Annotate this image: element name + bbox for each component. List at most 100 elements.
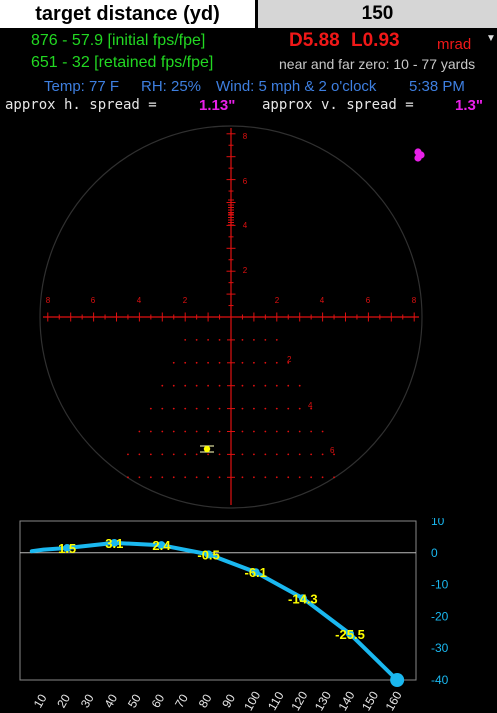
chart-x-tick-label: 140: [335, 689, 357, 713]
reticle-hold-dot: [287, 407, 290, 410]
reticle-tree-label-4: 4: [308, 401, 313, 410]
reticle-hold-dot: [241, 339, 244, 341]
chart-y-tick-label: -30: [431, 641, 449, 655]
target-distance-input[interactable]: 150: [258, 0, 497, 28]
trajectory-data-label: -14.3: [288, 591, 318, 606]
chart-x-tick-label: 160: [383, 689, 405, 713]
chart-x-tick-label: 50: [125, 691, 144, 710]
trajectory-data-label: -25.5: [335, 627, 365, 642]
reticle-hold-dot: [241, 430, 244, 433]
reticle-tree-label-2: 2: [287, 355, 292, 364]
dial-value: D5.88: [289, 30, 340, 51]
reticle-hold-dot: [207, 476, 210, 479]
reticle-hold-dot: [161, 407, 164, 410]
reticle-hold-dot: [138, 476, 141, 479]
reticle-hold-dot: [264, 361, 267, 364]
reticle-hold-dot: [207, 384, 210, 387]
reticle-label-right-2: 2: [275, 296, 280, 305]
trajectory-data-label: 3.1: [105, 536, 123, 551]
reticle-hold-dot: [298, 384, 301, 387]
reticle-hold-dot: [310, 430, 313, 433]
reticle-hold-dot: [207, 361, 210, 364]
reticle-hold-dot: [275, 407, 278, 410]
reticle-hold-dot: [184, 361, 187, 364]
reticle-hold-dot: [138, 430, 141, 433]
reticle-hold-dot: [172, 430, 175, 433]
trajectory-data-label: -0.5: [197, 547, 219, 562]
reticle-hold-dot: [287, 476, 290, 479]
reticle-hold-dot: [253, 361, 255, 364]
chart-y-tick-label: -20: [431, 609, 449, 623]
group-marker: [414, 148, 425, 162]
chart-x-tick-label: 100: [241, 689, 263, 713]
reticle-hold-dot: [218, 430, 221, 433]
reticle-hold-dot: [298, 453, 301, 456]
reticle-hold-dot: [241, 384, 244, 387]
reticle-hold-dot: [321, 430, 324, 433]
reticle-tree-label-6: 6: [330, 446, 335, 455]
chart-x-tick-label: 120: [288, 689, 310, 713]
chart-y-tick-label: -10: [431, 578, 449, 592]
trajectory-data-label: 1.5: [58, 541, 76, 556]
chart-y-tick-label: 0: [431, 546, 438, 560]
reticle-hold-dot: [275, 339, 278, 341]
unit-dropdown-icon[interactable]: ▼: [486, 33, 496, 44]
reticle-hold-dot: [264, 430, 267, 433]
reticle-hold-dot: [218, 407, 221, 410]
chart-x-tick-label: 30: [78, 691, 97, 710]
reticle-hold-dot: [310, 476, 313, 479]
reticle-hold-dot: [253, 407, 255, 410]
reticle-hold-dot: [172, 384, 175, 387]
chart-x-tick-label: 70: [172, 691, 191, 710]
reticle-hold-dot: [241, 453, 244, 456]
v-spread-label: approx v. spread =: [262, 97, 414, 113]
reticle-hold-dot: [195, 361, 198, 364]
reticle-hold-dot: [264, 407, 267, 410]
trajectory-data-label: 2.4: [152, 538, 171, 553]
reticle-hold-dot: [149, 430, 152, 433]
trajectory-chart: 100-10-20-30-40 10 20 30 40 50 60 70 80 90 100 110…: [19, 518, 449, 713]
reticle-hold-dot: [253, 476, 255, 479]
chart-y-tick-label: 10: [431, 518, 445, 528]
lead-value: L0.93: [351, 30, 400, 51]
chart-x-tick-label: 80: [196, 691, 215, 710]
reticle-hold-dot: [195, 407, 198, 410]
chart-y-tick-label: -40: [431, 673, 449, 687]
reticle-hold-dot: [127, 476, 129, 479]
reticle-hold-dot: [264, 339, 267, 341]
reticle-hold-dot: [161, 384, 164, 387]
reticle-hold-dot: [172, 453, 175, 456]
reticle-hold-dot: [184, 453, 187, 456]
chart-x-tick-label: 130: [312, 689, 334, 713]
scope-reticle: 8 6 4 2 2 4 6 8 8 6 4 2 2 4 6: [39, 125, 425, 509]
reticle-hold-dot: [195, 339, 198, 341]
h-spread-label: approx h. spread =: [5, 97, 157, 113]
reticle-hold-dot: [275, 430, 278, 433]
reticle-hold-dot: [127, 453, 129, 456]
reticle-hold-dot: [218, 361, 221, 364]
trajectory-data-label: -6.1: [245, 565, 267, 580]
reticle-hold-dot: [195, 384, 198, 387]
reticle-hold-dot: [275, 361, 278, 364]
initial-energy: 876 - 57.9 [initial fps/fpe]: [31, 32, 206, 49]
unit-select[interactable]: mrad: [437, 36, 471, 53]
reticle-label-up-8: 8: [243, 132, 248, 141]
impact-marker: [200, 445, 214, 453]
reticle-hold-dot: [207, 339, 210, 341]
reticle-hold-dot: [172, 361, 175, 364]
reticle-hold-dot: [184, 476, 187, 479]
reticle-label-right-4: 4: [320, 296, 325, 305]
reticle-hold-dot: [287, 453, 290, 456]
reticle-hold-dot: [253, 453, 255, 456]
reticle-label-up-6: 6: [243, 177, 248, 186]
reticle-hold-dot: [218, 339, 221, 341]
reticle-label-left-4: 4: [137, 296, 142, 305]
reticle-hold-dot: [207, 430, 210, 433]
reticle-hold-dot: [207, 453, 210, 456]
reticle-hold-dot: [172, 476, 175, 479]
chart-x-tick-label: 20: [54, 691, 73, 710]
v-spread-value: 1.3": [455, 97, 483, 114]
reticle-hold-dot: [161, 453, 164, 456]
reticle-hold-dot: [264, 476, 267, 479]
reticle-hold-dot: [161, 430, 164, 433]
